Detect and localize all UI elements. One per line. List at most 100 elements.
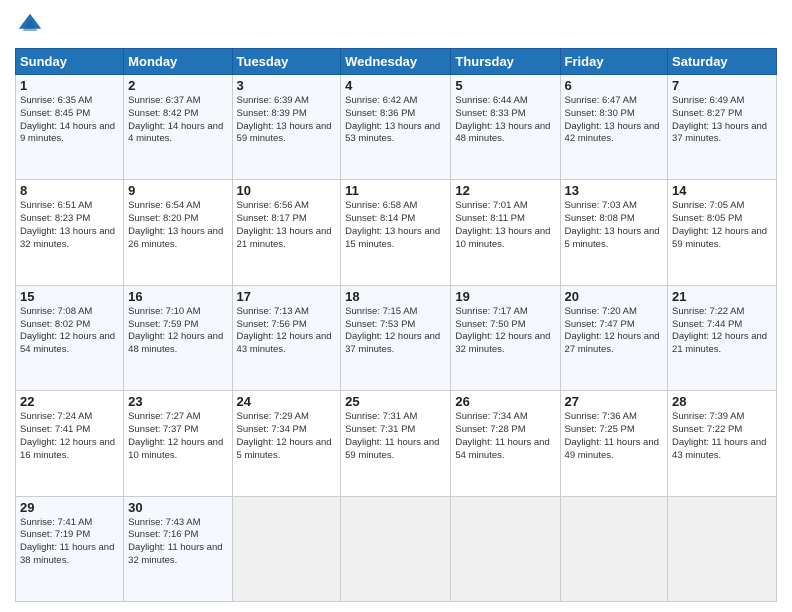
day-cell: 20 Sunrise: 7:20 AM Sunset: 7:47 PM Dayl…	[560, 285, 668, 390]
day-info: Sunrise: 7:31 AM Sunset: 7:31 PM Dayligh…	[345, 411, 446, 462]
day-number: 13	[565, 183, 664, 198]
day-cell: 28 Sunrise: 7:39 AM Sunset: 7:22 PM Dayl…	[668, 391, 777, 496]
col-header-friday: Friday	[560, 49, 668, 75]
day-cell: 25 Sunrise: 7:31 AM Sunset: 7:31 PM Dayl…	[341, 391, 451, 496]
day-info: Sunrise: 7:41 AM Sunset: 7:19 PM Dayligh…	[20, 517, 119, 568]
day-info: Sunrise: 6:49 AM Sunset: 8:27 PM Dayligh…	[672, 95, 772, 146]
day-number: 23	[128, 394, 227, 409]
day-number: 16	[128, 289, 227, 304]
day-cell: 24 Sunrise: 7:29 AM Sunset: 7:34 PM Dayl…	[232, 391, 341, 496]
col-header-monday: Monday	[124, 49, 232, 75]
day-info: Sunrise: 6:42 AM Sunset: 8:36 PM Dayligh…	[345, 95, 446, 146]
calendar: SundayMondayTuesdayWednesdayThursdayFrid…	[15, 48, 777, 602]
day-cell: 12 Sunrise: 7:01 AM Sunset: 8:11 PM Dayl…	[451, 180, 560, 285]
day-info: Sunrise: 7:05 AM Sunset: 8:05 PM Dayligh…	[672, 200, 772, 251]
day-info: Sunrise: 6:56 AM Sunset: 8:17 PM Dayligh…	[237, 200, 337, 251]
day-info: Sunrise: 7:01 AM Sunset: 8:11 PM Dayligh…	[455, 200, 555, 251]
day-number: 5	[455, 78, 555, 93]
col-header-saturday: Saturday	[668, 49, 777, 75]
day-info: Sunrise: 7:17 AM Sunset: 7:50 PM Dayligh…	[455, 306, 555, 357]
day-info: Sunrise: 6:39 AM Sunset: 8:39 PM Dayligh…	[237, 95, 337, 146]
day-cell: 15 Sunrise: 7:08 AM Sunset: 8:02 PM Dayl…	[16, 285, 124, 390]
day-number: 14	[672, 183, 772, 198]
day-number: 17	[237, 289, 337, 304]
day-cell: 11 Sunrise: 6:58 AM Sunset: 8:14 PM Dayl…	[341, 180, 451, 285]
day-number: 7	[672, 78, 772, 93]
day-cell: 18 Sunrise: 7:15 AM Sunset: 7:53 PM Dayl…	[341, 285, 451, 390]
day-number: 27	[565, 394, 664, 409]
day-cell: 16 Sunrise: 7:10 AM Sunset: 7:59 PM Dayl…	[124, 285, 232, 390]
day-info: Sunrise: 7:13 AM Sunset: 7:56 PM Dayligh…	[237, 306, 337, 357]
day-number: 21	[672, 289, 772, 304]
day-cell	[560, 496, 668, 601]
day-info: Sunrise: 7:24 AM Sunset: 7:41 PM Dayligh…	[20, 411, 119, 462]
day-cell	[341, 496, 451, 601]
day-info: Sunrise: 7:34 AM Sunset: 7:28 PM Dayligh…	[455, 411, 555, 462]
logo	[15, 10, 49, 40]
day-number: 8	[20, 183, 119, 198]
day-number: 24	[237, 394, 337, 409]
day-number: 1	[20, 78, 119, 93]
day-info: Sunrise: 7:20 AM Sunset: 7:47 PM Dayligh…	[565, 306, 664, 357]
day-cell: 27 Sunrise: 7:36 AM Sunset: 7:25 PM Dayl…	[560, 391, 668, 496]
day-info: Sunrise: 6:44 AM Sunset: 8:33 PM Dayligh…	[455, 95, 555, 146]
day-cell	[232, 496, 341, 601]
col-header-tuesday: Tuesday	[232, 49, 341, 75]
day-cell	[451, 496, 560, 601]
day-number: 6	[565, 78, 664, 93]
day-cell: 6 Sunrise: 6:47 AM Sunset: 8:30 PM Dayli…	[560, 75, 668, 180]
day-number: 2	[128, 78, 227, 93]
day-info: Sunrise: 7:36 AM Sunset: 7:25 PM Dayligh…	[565, 411, 664, 462]
col-header-thursday: Thursday	[451, 49, 560, 75]
day-info: Sunrise: 6:47 AM Sunset: 8:30 PM Dayligh…	[565, 95, 664, 146]
day-number: 26	[455, 394, 555, 409]
logo-icon	[15, 10, 45, 40]
day-info: Sunrise: 7:10 AM Sunset: 7:59 PM Dayligh…	[128, 306, 227, 357]
day-cell: 29 Sunrise: 7:41 AM Sunset: 7:19 PM Dayl…	[16, 496, 124, 601]
day-number: 15	[20, 289, 119, 304]
day-cell: 26 Sunrise: 7:34 AM Sunset: 7:28 PM Dayl…	[451, 391, 560, 496]
day-info: Sunrise: 6:37 AM Sunset: 8:42 PM Dayligh…	[128, 95, 227, 146]
day-cell: 13 Sunrise: 7:03 AM Sunset: 8:08 PM Dayl…	[560, 180, 668, 285]
day-info: Sunrise: 7:29 AM Sunset: 7:34 PM Dayligh…	[237, 411, 337, 462]
day-info: Sunrise: 7:39 AM Sunset: 7:22 PM Dayligh…	[672, 411, 772, 462]
day-number: 11	[345, 183, 446, 198]
day-number: 29	[20, 500, 119, 515]
day-cell: 2 Sunrise: 6:37 AM Sunset: 8:42 PM Dayli…	[124, 75, 232, 180]
day-cell: 22 Sunrise: 7:24 AM Sunset: 7:41 PM Dayl…	[16, 391, 124, 496]
day-cell: 21 Sunrise: 7:22 AM Sunset: 7:44 PM Dayl…	[668, 285, 777, 390]
day-info: Sunrise: 6:58 AM Sunset: 8:14 PM Dayligh…	[345, 200, 446, 251]
day-number: 22	[20, 394, 119, 409]
day-info: Sunrise: 7:27 AM Sunset: 7:37 PM Dayligh…	[128, 411, 227, 462]
day-number: 30	[128, 500, 227, 515]
day-cell: 17 Sunrise: 7:13 AM Sunset: 7:56 PM Dayl…	[232, 285, 341, 390]
day-info: Sunrise: 7:03 AM Sunset: 8:08 PM Dayligh…	[565, 200, 664, 251]
day-number: 28	[672, 394, 772, 409]
day-info: Sunrise: 7:43 AM Sunset: 7:16 PM Dayligh…	[128, 517, 227, 568]
day-number: 25	[345, 394, 446, 409]
day-cell: 8 Sunrise: 6:51 AM Sunset: 8:23 PM Dayli…	[16, 180, 124, 285]
day-cell: 5 Sunrise: 6:44 AM Sunset: 8:33 PM Dayli…	[451, 75, 560, 180]
day-number: 20	[565, 289, 664, 304]
day-cell: 19 Sunrise: 7:17 AM Sunset: 7:50 PM Dayl…	[451, 285, 560, 390]
day-number: 10	[237, 183, 337, 198]
day-number: 18	[345, 289, 446, 304]
day-number: 9	[128, 183, 227, 198]
day-info: Sunrise: 7:22 AM Sunset: 7:44 PM Dayligh…	[672, 306, 772, 357]
day-number: 4	[345, 78, 446, 93]
col-header-wednesday: Wednesday	[341, 49, 451, 75]
day-cell: 14 Sunrise: 7:05 AM Sunset: 8:05 PM Dayl…	[668, 180, 777, 285]
day-info: Sunrise: 6:35 AM Sunset: 8:45 PM Dayligh…	[20, 95, 119, 146]
day-info: Sunrise: 6:51 AM Sunset: 8:23 PM Dayligh…	[20, 200, 119, 251]
day-cell: 4 Sunrise: 6:42 AM Sunset: 8:36 PM Dayli…	[341, 75, 451, 180]
day-number: 19	[455, 289, 555, 304]
col-header-sunday: Sunday	[16, 49, 124, 75]
day-cell: 1 Sunrise: 6:35 AM Sunset: 8:45 PM Dayli…	[16, 75, 124, 180]
day-cell: 30 Sunrise: 7:43 AM Sunset: 7:16 PM Dayl…	[124, 496, 232, 601]
day-cell: 23 Sunrise: 7:27 AM Sunset: 7:37 PM Dayl…	[124, 391, 232, 496]
day-number: 12	[455, 183, 555, 198]
day-cell: 10 Sunrise: 6:56 AM Sunset: 8:17 PM Dayl…	[232, 180, 341, 285]
day-info: Sunrise: 7:08 AM Sunset: 8:02 PM Dayligh…	[20, 306, 119, 357]
day-cell: 7 Sunrise: 6:49 AM Sunset: 8:27 PM Dayli…	[668, 75, 777, 180]
day-info: Sunrise: 6:54 AM Sunset: 8:20 PM Dayligh…	[128, 200, 227, 251]
